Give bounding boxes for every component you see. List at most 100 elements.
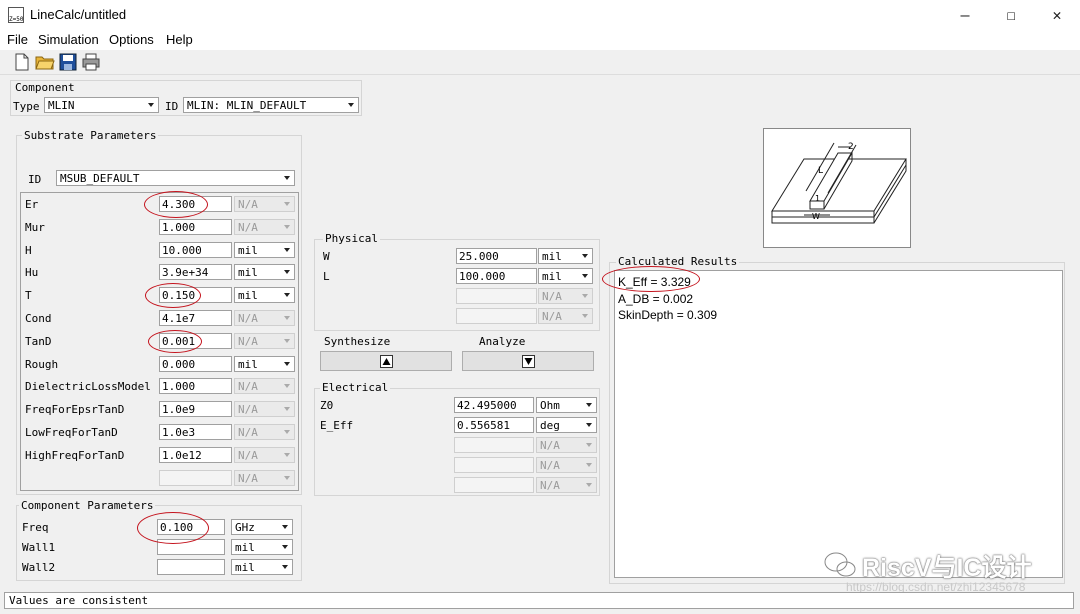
diagram-label-w: W: [812, 212, 820, 221]
unit-blank-3[interactable]: N/A: [536, 457, 597, 473]
label-lowfreqfortand: LowFreqForTanD: [25, 426, 118, 439]
input-blank-4[interactable]: [454, 477, 534, 493]
unit-t[interactable]: mil: [234, 287, 295, 304]
print-icon[interactable]: [81, 52, 101, 72]
synthesize-label: Synthesize: [324, 335, 391, 348]
input-lowfreqfortand[interactable]: 1.0e3: [159, 424, 232, 440]
unit-freqforepsrtand[interactable]: N/A: [234, 401, 295, 418]
unit-blank-2[interactable]: N/A: [536, 437, 597, 453]
input-z0[interactable]: 42.495000: [454, 397, 534, 413]
minimize-button[interactable]: —: [942, 0, 988, 30]
annotation-circle-er: [144, 191, 208, 218]
label-z0: Z0: [320, 399, 334, 412]
input-blank-3[interactable]: [456, 308, 537, 324]
annotation-circle-t: [145, 283, 201, 308]
input-highfreqfortand[interactable]: 1.0e12: [159, 446, 232, 463]
component-id-select[interactable]: MLIN: MLIN_DEFAULT: [183, 97, 359, 113]
maximize-button[interactable]: ☐: [988, 0, 1034, 30]
label-wall1: Wall1: [22, 541, 56, 554]
input-l[interactable]: 100.000: [456, 268, 537, 284]
app-icon: Z=50: [8, 7, 24, 23]
input-h[interactable]: 10.000: [159, 241, 232, 258]
type-select[interactable]: MLIN: [44, 97, 159, 113]
unit-blank-3[interactable]: N/A: [538, 308, 593, 324]
label-freq: Freq: [22, 521, 49, 534]
input-blank-2[interactable]: [454, 437, 534, 453]
open-folder-icon[interactable]: [35, 52, 55, 72]
menu-file[interactable]: File: [7, 32, 28, 47]
unit-e-eff[interactable]: deg: [536, 417, 597, 433]
microstrip-diagram: 2 L 1 W: [763, 128, 911, 248]
arrow-up-icon: [379, 354, 393, 368]
component-group-title: Component: [13, 81, 77, 94]
unit-dielectriclossmodel[interactable]: N/A: [234, 378, 295, 395]
new-file-icon[interactable]: [12, 52, 32, 72]
input-blank-3[interactable]: [454, 457, 534, 473]
unit-freq[interactable]: GHz: [231, 519, 293, 535]
menu-simulation[interactable]: Simulation: [38, 32, 99, 47]
input-rough[interactable]: 0.000: [159, 355, 232, 372]
unit-blank-12[interactable]: N/A: [234, 469, 295, 486]
substrate-id-label: ID: [28, 173, 42, 186]
input-w[interactable]: 25.000: [456, 248, 537, 264]
label-e-eff: E_Eff: [320, 419, 354, 432]
unit-wall1[interactable]: mil: [231, 539, 293, 555]
unit-rough[interactable]: mil: [234, 355, 295, 372]
input-dielectriclossmodel[interactable]: 1.000: [159, 378, 232, 395]
unit-l[interactable]: mil: [538, 268, 593, 284]
menu-help[interactable]: Help: [166, 32, 193, 47]
diagram-label-2: 2: [848, 142, 854, 152]
input-wall2[interactable]: [157, 559, 225, 575]
input-blank-2[interactable]: [456, 288, 537, 304]
save-icon[interactable]: [58, 52, 78, 72]
menu-options[interactable]: Options: [109, 32, 154, 47]
wechat-logo-icon: [823, 550, 857, 580]
annotation-circle-k-eff: [602, 266, 700, 292]
unit-z0[interactable]: Ohm: [536, 397, 597, 413]
label-wall2: Wall2: [22, 561, 56, 574]
unit-lowfreqfortand[interactable]: N/A: [234, 424, 295, 440]
title-bar: [0, 0, 1080, 30]
input-cond[interactable]: 4.1e7: [159, 310, 232, 326]
unit-h[interactable]: mil: [234, 241, 295, 258]
input-blank-12[interactable]: [159, 469, 232, 486]
physical-group-title: Physical: [323, 232, 380, 245]
synthesize-button[interactable]: [320, 351, 452, 371]
unit-tand[interactable]: N/A: [234, 332, 295, 349]
unit-blank-2[interactable]: N/A: [538, 288, 593, 304]
watermark-text: RiscV与IC设计: [862, 554, 1032, 582]
label-l: L: [323, 270, 330, 283]
analyze-button[interactable]: [462, 351, 594, 371]
arrow-down-icon: [521, 354, 535, 368]
menu-bar: [0, 30, 1080, 50]
annotation-circle-tand: [148, 330, 202, 353]
diagram-label-l: L: [818, 166, 823, 176]
unit-er[interactable]: N/A: [234, 196, 295, 212]
label-cond: Cond: [25, 312, 52, 325]
substrate-group-title: Substrate Parameters: [22, 129, 159, 142]
result-skin-depth: SkinDepth = 0.309: [618, 308, 718, 322]
input-e-eff[interactable]: 0.556581: [454, 417, 534, 433]
result-a-db: A_DB = 0.002: [618, 292, 694, 306]
unit-hu[interactable]: mil: [234, 264, 295, 281]
label-highfreqfortand: HighFreqForTanD: [25, 448, 125, 462]
unit-mur[interactable]: N/A: [234, 218, 295, 235]
label-rough: Rough: [25, 357, 59, 371]
label-hu: Hu: [25, 266, 39, 280]
unit-w[interactable]: mil: [538, 248, 593, 264]
annotation-circle-freq: [137, 512, 209, 544]
close-button[interactable]: ✕: [1034, 0, 1080, 30]
label-dielectriclossmodel: DielectricLossModel: [25, 380, 151, 394]
unit-highfreqfortand[interactable]: N/A: [234, 446, 295, 463]
label-er: Er: [25, 198, 39, 211]
substrate-id-select[interactable]: MSUB_DEFAULT: [56, 170, 295, 186]
label-t: T: [25, 289, 32, 303]
input-hu[interactable]: 3.9e+34: [159, 264, 232, 281]
analyze-label: Analyze: [479, 335, 526, 348]
input-mur[interactable]: 1.000: [159, 218, 232, 235]
results-panel[interactable]: K_Eff = 3.329 A_DB = 0.002 SkinDepth = 0…: [614, 270, 1063, 578]
unit-blank-4[interactable]: N/A: [536, 477, 597, 493]
input-freqforepsrtand[interactable]: 1.0e9: [159, 401, 232, 418]
unit-wall2[interactable]: mil: [231, 559, 293, 575]
unit-cond[interactable]: N/A: [234, 310, 295, 326]
